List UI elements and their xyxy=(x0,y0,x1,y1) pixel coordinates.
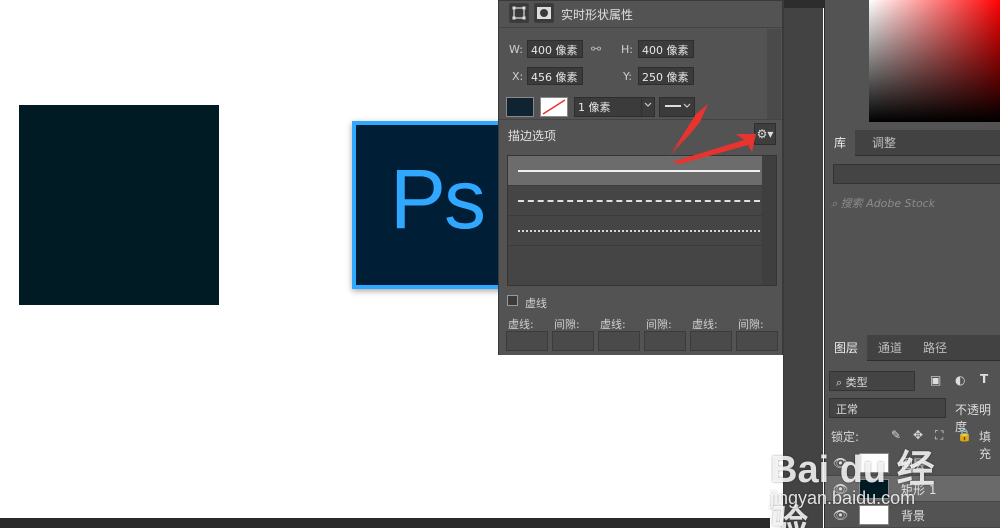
x-label: X: xyxy=(512,70,524,83)
color-picker-field[interactable] xyxy=(869,0,1000,122)
lock-label: 锁定: xyxy=(831,430,860,444)
panel-title: 实时形状属性 xyxy=(561,8,634,22)
dash-label-2: 虚线: xyxy=(600,318,626,331)
stock-search-placeholder: 搜索 Adobe Stock xyxy=(840,197,936,210)
properties-panel: 实时形状属性 W: 400 像素 ⚯ H: 400 像素 X: 456 像素 Y… xyxy=(498,0,783,355)
move-lock-icon[interactable]: ✥ xyxy=(913,428,923,442)
library-tabs: 库 调整 xyxy=(825,130,1000,156)
link-icon[interactable]: ⚯ xyxy=(591,42,601,56)
photoshop-logo-image[interactable]: Ps xyxy=(352,121,512,289)
dash-label-1: 虚线: xyxy=(508,318,534,331)
stroke-color-swatch[interactable] xyxy=(540,97,568,117)
tab-paths[interactable]: 路径 xyxy=(914,335,956,361)
stock-search[interactable]: ⌕ 搜索 Adobe Stock xyxy=(831,195,1000,215)
blend-mode-select[interactable]: 正常 xyxy=(829,398,946,418)
search-icon: ⌕ xyxy=(831,197,841,210)
gear-icon[interactable]: ⚙▾ xyxy=(754,123,776,145)
h-label: H: xyxy=(621,43,633,56)
layer-row[interactable]: 👁 图层 xyxy=(825,450,1000,476)
stroke-style-list xyxy=(507,155,777,286)
shape-bounds-icon[interactable] xyxy=(509,3,529,23)
rectangle-shape[interactable] xyxy=(19,105,219,305)
layer-name[interactable]: 矩形 1 xyxy=(901,481,936,498)
dashed-checkbox-label: 虚线 xyxy=(525,297,547,310)
dashed-checkbox[interactable] xyxy=(507,295,518,306)
gap-field-3[interactable] xyxy=(736,331,778,351)
layer-thumbnail xyxy=(859,479,889,499)
stroke-options-popup: 描边选项 ⚙▾ 虚线 虚线: 间隙: 虚线: 间隙: 虚线: 间隙: xyxy=(499,119,782,355)
eye-icon[interactable]: 👁 xyxy=(833,456,848,470)
layers-tabs: 图层 通道 路径 xyxy=(825,335,1000,361)
stroke-type-dropdown[interactable] xyxy=(659,97,695,117)
layer-name[interactable]: 背景 xyxy=(901,507,925,524)
gap-label-3: 间隙: xyxy=(738,318,764,331)
height-field[interactable]: 400 像素 xyxy=(638,40,694,58)
eye-icon[interactable]: 👁 xyxy=(833,508,848,522)
adjustment-filter-icon[interactable]: ◐ xyxy=(955,373,965,387)
layer-row[interactable]: 👁 矩形 1 xyxy=(825,476,1000,502)
layer-thumbnail xyxy=(859,453,889,473)
tab-layers[interactable]: 图层 xyxy=(825,335,868,361)
width-field[interactable]: 400 像素 xyxy=(527,40,583,58)
tab-library[interactable]: 库 xyxy=(825,130,856,156)
properties-scrollbar[interactable] xyxy=(767,29,781,119)
filter-search-icon: ⌕ xyxy=(836,376,846,389)
stroke-width-dropdown[interactable] xyxy=(641,97,655,117)
gap-label-1: 间隙: xyxy=(554,318,580,331)
y-field[interactable]: 250 像素 xyxy=(638,67,694,85)
fill-color-swatch[interactable] xyxy=(506,97,534,117)
text-filter-icon[interactable]: T xyxy=(980,372,988,386)
gap-label-2: 间隙: xyxy=(646,318,672,331)
layer-filter-select[interactable]: ⌕ 类型 xyxy=(829,371,915,391)
stroke-style-solid[interactable] xyxy=(508,156,762,186)
dash-field-1[interactable] xyxy=(506,331,548,351)
artboard-lock-icon[interactable]: ⛶ xyxy=(935,428,943,443)
library-select[interactable] xyxy=(833,164,1000,184)
brush-lock-icon[interactable]: ✎ xyxy=(891,428,901,442)
image-filter-icon[interactable]: ▣ xyxy=(930,373,941,387)
properties-header: 实时形状属性 xyxy=(499,1,782,28)
gap-field-1[interactable] xyxy=(552,331,594,351)
stroke-style-dotted[interactable] xyxy=(508,216,762,246)
layer-thumbnail xyxy=(859,505,889,525)
ps-logo-text: Ps xyxy=(390,152,486,246)
gap-field-2[interactable] xyxy=(644,331,686,351)
layer-name[interactable]: 图层 xyxy=(901,455,925,472)
layer-filter-label: 类型 xyxy=(845,376,868,389)
layer-row[interactable]: 👁 背景 xyxy=(825,502,1000,528)
y-label: Y: xyxy=(623,70,632,83)
dash-field-2[interactable] xyxy=(598,331,640,351)
tab-adjustments[interactable]: 调整 xyxy=(863,130,905,156)
dash-field-3[interactable] xyxy=(690,331,732,351)
stroke-options-title: 描边选项 xyxy=(508,129,557,143)
right-panels: 库 调整 ⌕ 搜索 Adobe Stock 图层 通道 路径 ⌕ 类型 ▣ ◐ … xyxy=(824,0,1000,528)
panel-dock-strip xyxy=(783,0,824,528)
mask-icon[interactable] xyxy=(534,3,554,23)
style-list-scrollbar[interactable] xyxy=(762,156,776,285)
canvas-scrollbar-area xyxy=(0,518,770,528)
lock-icon[interactable]: 🔒 xyxy=(957,428,972,442)
stroke-style-dashed[interactable] xyxy=(508,186,762,216)
w-label: W: xyxy=(509,43,523,56)
eye-icon[interactable]: 👁 xyxy=(833,482,848,496)
x-field[interactable]: 456 像素 xyxy=(527,67,583,85)
tab-channels[interactable]: 通道 xyxy=(869,335,911,361)
dash-label-3: 虚线: xyxy=(692,318,718,331)
